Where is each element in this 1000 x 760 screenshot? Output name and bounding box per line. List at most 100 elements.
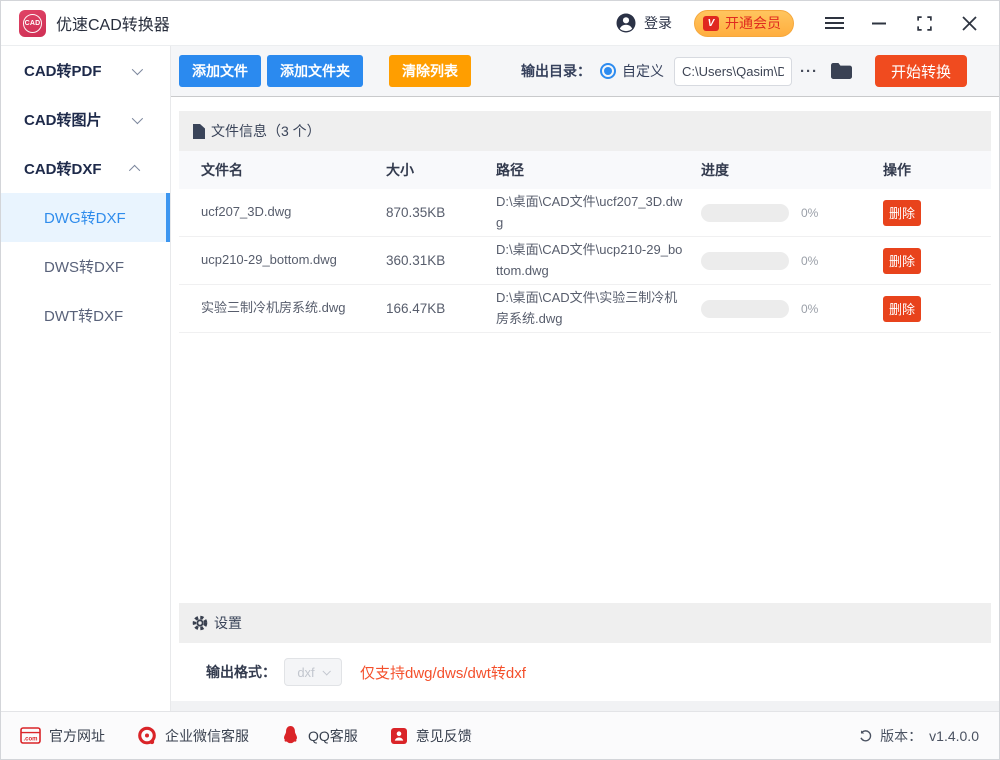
file-name: ucf207_3D.dwg [201, 202, 386, 222]
wechat-work-icon [137, 726, 157, 746]
progress-value: 0% [801, 302, 818, 316]
progress-cell: 0% [701, 300, 883, 318]
maximize-button[interactable] [914, 13, 934, 33]
settings-section: 设置 [171, 603, 999, 643]
footer-link-label: 企业微信客服 [165, 726, 249, 746]
toolbar: 添加文件 添加文件夹 清除列表 输出目录： 自定义 ··· 开始转换 [171, 46, 999, 97]
output-format-label: 输出格式： [206, 662, 276, 682]
sidebar-item-dwt-to-dxf[interactable]: DWT转DXF [1, 291, 170, 340]
menu-icon[interactable] [824, 13, 844, 33]
chevron-down-icon [132, 63, 143, 74]
file-path: D:\桌面\CAD文件\ucp210-29_bottom.dwg [496, 240, 701, 282]
progress-bar [701, 252, 789, 270]
sidebar-item-dws-to-dxf[interactable]: DWS转DXF [1, 242, 170, 291]
output-dir-label: 输出目录： [521, 61, 591, 81]
settings-header: 设置 [179, 603, 991, 643]
delete-button[interactable]: 删除 [883, 296, 921, 322]
login-button[interactable]: 登录 [615, 12, 672, 34]
spacer [171, 701, 999, 711]
add-file-button[interactable]: 添加文件 [179, 55, 261, 87]
sidebar-group-label: CAD转DXF [24, 158, 102, 179]
file-info-header: 文件信息（3 个） [179, 111, 991, 151]
version-value: v1.4.0.0 [929, 728, 979, 744]
sidebar-group-label: CAD转图片 [24, 109, 102, 130]
wechat-support-link[interactable]: 企业微信客服 [137, 726, 249, 746]
file-info-title: 文件信息（3 个） [211, 121, 321, 141]
chevron-down-icon [322, 667, 330, 675]
version-info: 版本： v1.4.0.0 [858, 726, 979, 746]
app-window: CAD 优速CAD转换器 登录 V 开通会员 [0, 0, 1000, 760]
vip-label: 开通会员 [725, 13, 781, 33]
file-size: 870.35KB [386, 205, 496, 220]
file-size: 166.47KB [386, 301, 496, 316]
file-list-panel: 文件信息（3 个） 文件名 大小 路径 进度 操作 ucf207_3D.dwg … [171, 97, 999, 603]
feedback-link[interactable]: 意见反馈 [390, 726, 472, 746]
progress-bar [701, 300, 789, 318]
delete-button[interactable]: 删除 [883, 200, 921, 226]
file-path: D:\桌面\CAD文件\ucf207_3D.dwg [496, 192, 701, 234]
vip-icon: V [703, 16, 719, 31]
file-size: 360.31KB [386, 253, 496, 268]
open-vip-button[interactable]: V 开通会员 [694, 10, 794, 37]
progress-value: 0% [801, 206, 818, 220]
footer-link-label: 意见反馈 [416, 726, 472, 746]
app-logo-icon: CAD [19, 10, 46, 37]
close-button[interactable] [959, 13, 979, 33]
table-row: ucf207_3D.dwg 870.35KB D:\桌面\CAD文件\ucf20… [179, 189, 991, 237]
footer-link-label: QQ客服 [308, 726, 358, 746]
output-path-input[interactable] [674, 57, 792, 86]
sidebar-item-dwg-to-dxf[interactable]: DWG转DXF [1, 193, 170, 242]
table-row: 实验三制冷机房系统.dwg 166.47KB D:\桌面\CAD文件\实验三制冷… [179, 285, 991, 333]
progress-cell: 0% [701, 204, 883, 222]
qq-support-link[interactable]: QQ客服 [281, 725, 358, 746]
svg-text:.com: .com [23, 736, 37, 742]
feedback-icon [390, 727, 408, 745]
user-icon [615, 12, 637, 34]
browse-more-button[interactable]: ··· [800, 63, 818, 80]
app-logo-text: CAD [23, 14, 42, 33]
output-format-select[interactable]: dxf [284, 658, 342, 686]
version-label: 版本： [880, 726, 922, 746]
progress-value: 0% [801, 254, 818, 268]
chevron-down-icon [132, 112, 143, 123]
chevron-up-icon [129, 164, 140, 175]
start-convert-button[interactable]: 开始转换 [875, 55, 967, 87]
col-header-action: 操作 [883, 160, 991, 180]
col-header-path: 路径 [496, 160, 701, 180]
file-path: D:\桌面\CAD文件\实验三制冷机房系统.dwg [496, 288, 701, 330]
format-hint-text: 仅支持dwg/dws/dwt转dxf [360, 662, 526, 683]
sidebar-group-cad-to-image[interactable]: CAD转图片 [1, 95, 170, 144]
file-name: 实验三制冷机房系统.dwg [201, 298, 386, 318]
delete-button[interactable]: 删除 [883, 248, 921, 274]
open-folder-icon[interactable] [830, 62, 853, 80]
login-label: 登录 [644, 13, 672, 33]
table-header: 文件名 大小 路径 进度 操作 [179, 151, 991, 189]
progress-cell: 0% [701, 252, 883, 270]
footer-link-label: 官方网址 [49, 726, 105, 746]
refresh-icon[interactable] [858, 728, 873, 743]
col-header-name: 文件名 [201, 160, 386, 180]
minimize-button[interactable] [869, 13, 889, 33]
output-format-row: 输出格式： dxf 仅支持dwg/dws/dwt转dxf [171, 643, 999, 701]
custom-dir-radio-label: 自定义 [622, 61, 664, 81]
output-format-value: dxf [297, 665, 314, 680]
sidebar: CAD转PDF CAD转图片 CAD转DXF DWG转DXF DWS转DXF D… [1, 46, 171, 711]
add-folder-button[interactable]: 添加文件夹 [267, 55, 363, 87]
sidebar-group-cad-to-pdf[interactable]: CAD转PDF [1, 46, 170, 95]
document-icon [192, 124, 205, 139]
gear-icon [192, 615, 208, 631]
settings-title: 设置 [214, 613, 242, 633]
custom-dir-radio[interactable] [600, 63, 616, 79]
table-row: ucp210-29_bottom.dwg 360.31KB D:\桌面\CAD文… [179, 237, 991, 285]
titlebar: CAD 优速CAD转换器 登录 V 开通会员 [1, 1, 999, 46]
sidebar-group-label: CAD转PDF [24, 60, 102, 81]
progress-bar [701, 204, 789, 222]
qq-icon [281, 725, 300, 746]
file-name: ucp210-29_bottom.dwg [201, 250, 386, 270]
sidebar-group-cad-to-dxf[interactable]: CAD转DXF [1, 144, 170, 193]
app-title: 优速CAD转换器 [56, 11, 170, 35]
official-website-link[interactable]: .com 官方网址 [20, 726, 105, 746]
col-header-size: 大小 [386, 160, 496, 180]
clear-list-button[interactable]: 清除列表 [389, 55, 471, 87]
main-panel: 添加文件 添加文件夹 清除列表 输出目录： 自定义 ··· 开始转换 [171, 46, 999, 711]
